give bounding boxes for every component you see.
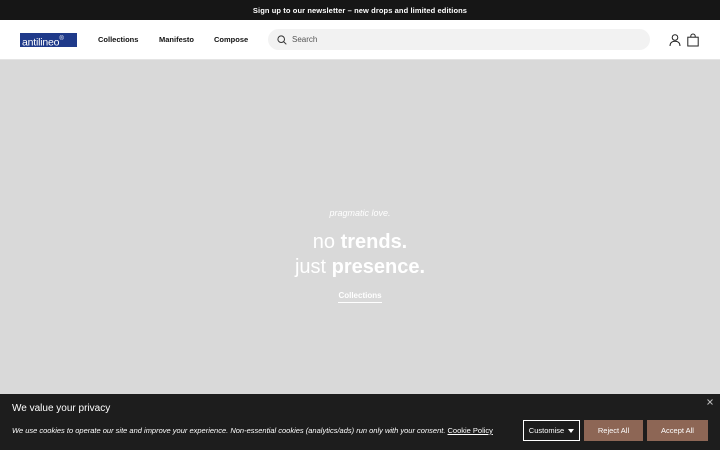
logo-text: antilineo	[22, 36, 60, 49]
site-header: antilineo® Collections Manifesto Compose	[0, 20, 720, 60]
hero-title-line-1-prefix: no	[312, 231, 341, 253]
chevron-down-icon	[568, 428, 575, 433]
cookie-banner: We value your privacy We use cookies to …	[0, 394, 720, 450]
cookie-banner-message: We use cookies to operate our site and i…	[12, 426, 448, 435]
hero-collections-link[interactable]: Collections	[338, 291, 382, 303]
logo-registered-mark: ®	[59, 36, 64, 42]
search-bar[interactable]	[268, 29, 650, 50]
search-input[interactable]	[290, 29, 640, 50]
reject-all-button[interactable]: Reject All	[584, 420, 643, 441]
hero-section: pragmatic love. no trends. just presence…	[0, 60, 720, 394]
customise-button-label: Customise	[528, 426, 565, 435]
brand-logo[interactable]: antilineo®	[20, 33, 77, 49]
customise-button[interactable]: Customise	[523, 420, 580, 441]
hero-tagline: pragmatic love.	[329, 208, 391, 218]
cookie-banner-title: We value your privacy	[12, 403, 111, 414]
close-icon[interactable]	[706, 398, 714, 406]
shopping-bag-icon[interactable]	[686, 33, 700, 47]
hero-title: no trends. just presence.	[0, 230, 720, 280]
cookie-policy-link[interactable]: Cookie Policy	[448, 426, 493, 435]
announcement-bar[interactable]: Sign up to our newsletter – new drops an…	[0, 0, 720, 20]
hero-title-line-1-bold: trends.	[340, 231, 408, 253]
hero-title-line-2-bold: presence.	[331, 256, 426, 278]
nav-collections[interactable]: Collections	[98, 35, 138, 44]
announcement-text[interactable]: Sign up to our newsletter – new drops an…	[253, 6, 467, 15]
account-icon[interactable]	[668, 33, 682, 47]
cookie-banner-text: We use cookies to operate our site and i…	[12, 426, 493, 435]
hero-title-line-2: just presence.	[0, 255, 720, 280]
hero-title-line-1: no trends.	[0, 230, 720, 255]
nav-manifesto[interactable]: Manifesto	[159, 35, 194, 44]
search-icon	[277, 35, 287, 45]
nav-compose[interactable]: Compose	[214, 35, 248, 44]
hero-title-line-2-prefix: just	[294, 256, 332, 278]
accept-all-button[interactable]: Accept All	[647, 420, 708, 441]
